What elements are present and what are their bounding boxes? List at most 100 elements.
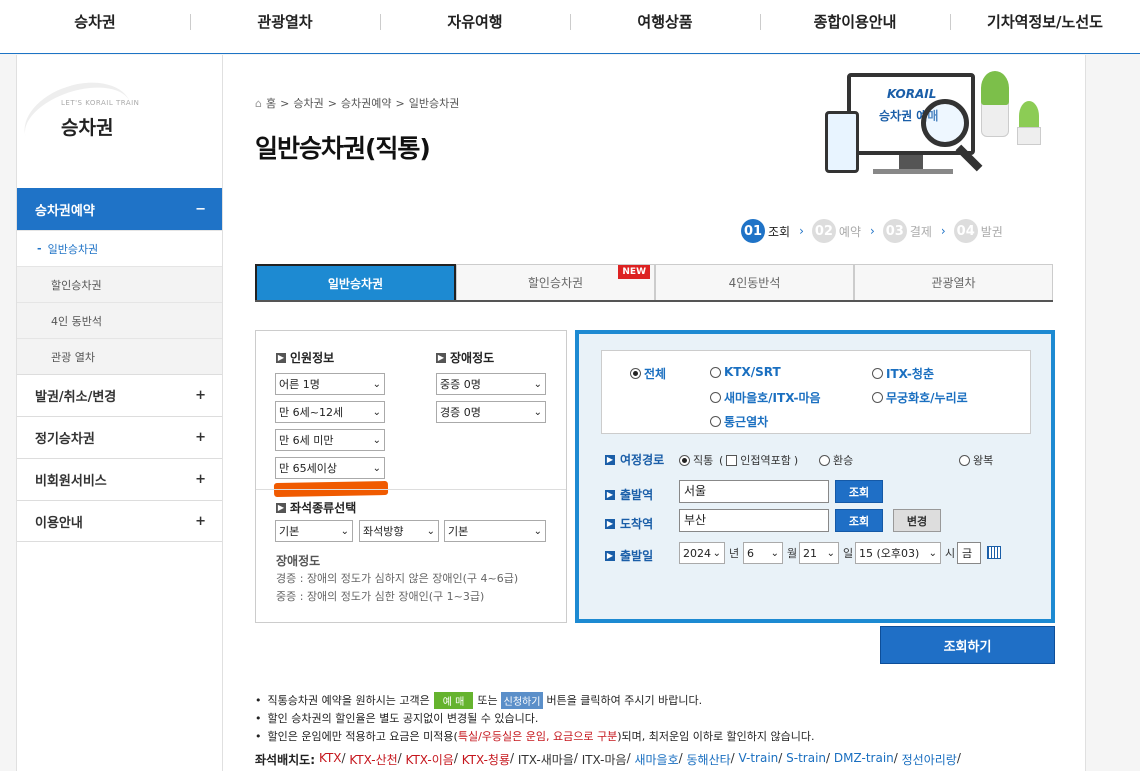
nav-ticket[interactable]: 승차권 bbox=[0, 0, 190, 54]
nav-tour-train[interactable]: 관광열차 bbox=[190, 0, 380, 54]
adult-select[interactable]: 어른 1명 ⌄ bbox=[275, 373, 385, 395]
tab-general[interactable]: 일반승차권 bbox=[255, 264, 456, 300]
tab-group4[interactable]: 4인동반석 bbox=[655, 264, 854, 300]
plus-icon: + bbox=[195, 388, 206, 403]
sidebar-item-season[interactable]: 정기승차권 + bbox=[17, 416, 222, 458]
nav-station-info[interactable]: 기차역정보/노선도 bbox=[950, 0, 1140, 54]
sidebar-title: 승차권 bbox=[61, 117, 114, 139]
train-all-radio[interactable]: 전체 bbox=[630, 365, 666, 382]
seatmap-link[interactable]: V-train bbox=[739, 751, 779, 768]
train-mugunghwa-radio[interactable]: 무궁화호/누리로 bbox=[872, 389, 968, 406]
breadcrumb-item[interactable]: 승차권 bbox=[293, 95, 323, 111]
sidebar-subitem-group4[interactable]: 4인 동반석 bbox=[17, 302, 222, 338]
month-select[interactable]: 6 ⌄ bbox=[743, 542, 783, 564]
seat-position-select[interactable]: 기본 ⌄ bbox=[444, 520, 546, 542]
sidebar-subitem-tour[interactable]: 관광 열차 bbox=[17, 338, 222, 374]
child-select[interactable]: 만 6세~12세 ⌄ bbox=[275, 401, 385, 423]
nav-usage-guide[interactable]: 종합이용안내 bbox=[760, 0, 950, 54]
seatmap-link[interactable]: 정선아리랑 bbox=[902, 751, 957, 768]
route-include-checkbox[interactable]: (인접역포함) bbox=[719, 452, 798, 468]
seat-type-select[interactable]: 기본 ⌄ bbox=[275, 520, 353, 542]
seatmap-link[interactable]: KTX bbox=[319, 751, 342, 768]
checkbox-icon bbox=[726, 454, 738, 466]
notice-item: 할인 승차권의 할인율은 별도 공지없이 변경될 수 있습니다. bbox=[255, 709, 1055, 727]
mild-select[interactable]: 경증 0명 ⌄ bbox=[436, 401, 546, 423]
new-badge: NEW bbox=[618, 265, 650, 279]
chevron-down-icon: ⌄ bbox=[533, 378, 542, 390]
seatmap-link[interactable]: ITX-새마을 bbox=[518, 751, 574, 768]
seatmap-link[interactable]: DMZ-train bbox=[834, 751, 894, 768]
seatmap-link[interactable]: ITX-마음 bbox=[582, 751, 627, 768]
sidebar-item-guide[interactable]: 이용안내 + bbox=[17, 500, 222, 542]
hour-unit: 시 bbox=[945, 547, 956, 560]
train-commuter-radio[interactable]: 통근열차 bbox=[710, 413, 768, 430]
main-content: ⌂ 홈 > 승차권 > 승차권예약 > 일반승차권 일반승차권(직통) KORAIL … bbox=[223, 55, 1087, 771]
radio-selected-icon bbox=[630, 368, 641, 379]
seatmap-label: 좌석배치도: bbox=[255, 753, 315, 767]
departure-label: ▶ 출발역 bbox=[605, 488, 654, 502]
arrival-input[interactable]: 부산 bbox=[679, 509, 829, 532]
sidebar-item-label: 비회원서비스 bbox=[35, 474, 107, 489]
breadcrumb-item[interactable]: 승차권예약 bbox=[341, 95, 392, 111]
chevron-down-icon: ⌄ bbox=[372, 434, 381, 446]
seat-direction-select[interactable]: 좌석방향 ⌄ bbox=[359, 520, 439, 542]
arrival-search-button[interactable]: 조회 bbox=[835, 509, 883, 532]
apply-tag-button[interactable]: 신청하기 bbox=[500, 691, 544, 709]
arrival-label: ▶ 도착역 bbox=[605, 517, 654, 531]
route-transfer-radio[interactable]: 환승 bbox=[819, 452, 853, 468]
chevron-down-icon: ⌄ bbox=[372, 462, 381, 474]
train-saemaeul-radio[interactable]: 새마을호/ITX-마음 bbox=[710, 389, 821, 406]
search-button[interactable]: 조회하기 bbox=[880, 626, 1055, 664]
day-select[interactable]: 21 ⌄ bbox=[799, 542, 839, 564]
seatmap-link[interactable]: KTX-이음 bbox=[406, 751, 454, 768]
train-ktx-radio[interactable]: KTX/SRT bbox=[710, 365, 781, 379]
seatmap-link[interactable]: 동해산타 bbox=[686, 751, 730, 768]
sidebar-item-label: 승차권예약 bbox=[35, 203, 95, 219]
senior-select[interactable]: 만 65세이상 ⌄ bbox=[275, 457, 385, 479]
seatmap-link[interactable]: KTX-산천 bbox=[349, 751, 397, 768]
arrow-box-icon: ▶ bbox=[605, 518, 615, 529]
home-icon[interactable]: ⌂ bbox=[255, 97, 262, 110]
reserve-tag-button[interactable]: 예 매 bbox=[433, 691, 474, 709]
passenger-section-title: ▶ 인원정보 bbox=[276, 351, 335, 365]
weekday-field: 금 bbox=[957, 542, 981, 564]
seatmap-link[interactable]: 새마을호 bbox=[634, 751, 678, 768]
departure-input[interactable]: 서울 bbox=[679, 480, 829, 503]
date-label: ▶ 출발일 bbox=[605, 549, 654, 563]
month-unit: 월 bbox=[787, 547, 798, 560]
departure-search-button[interactable]: 조회 bbox=[835, 480, 883, 503]
radio-icon bbox=[872, 392, 883, 403]
nav-travel-products[interactable]: 여행상품 bbox=[570, 0, 760, 54]
breadcrumb-item[interactable]: 홈 bbox=[266, 95, 276, 111]
seat-layout-links: 좌석배치도: KTX / KTX-산천 / KTX-이음 / KTX-청룡 / ITX-… bbox=[255, 751, 961, 768]
radio-icon bbox=[959, 454, 970, 466]
nav-free-travel[interactable]: 자유여행 bbox=[380, 0, 570, 54]
train-itx-radio[interactable]: ITX-청춘 bbox=[872, 365, 934, 382]
radio-icon bbox=[872, 368, 883, 379]
seatmap-link[interactable]: KTX-청룡 bbox=[462, 751, 510, 768]
tab-tour[interactable]: 관광열차 bbox=[854, 264, 1053, 300]
arrow-box-icon: ▶ bbox=[605, 489, 615, 500]
hour-select[interactable]: 15 (오후03) ⌄ bbox=[855, 542, 941, 564]
chevron-down-icon: ⌄ bbox=[426, 525, 435, 537]
sidebar-item-reservation[interactable]: 승차권예약 − bbox=[17, 188, 222, 230]
sidebar-subitem-general[interactable]: 일반승차권 bbox=[17, 230, 222, 266]
calendar-icon[interactable] bbox=[987, 546, 1001, 559]
sidebar-item-issue[interactable]: 발권/취소/변경 + bbox=[17, 374, 222, 416]
chevron-down-icon: ⌄ bbox=[928, 547, 937, 559]
seatmap-link[interactable]: S-train bbox=[786, 751, 826, 768]
sidebar-item-label: 이용안내 bbox=[35, 515, 83, 531]
sidebar-subitem-discount[interactable]: 할인승차권 bbox=[17, 266, 222, 302]
passenger-panel: ▶ 인원정보 ▶ 장애정도 어른 1명 ⌄ 만 6세~12세 ⌄ 만 6세 미만 ⌄ 만 … bbox=[255, 330, 567, 623]
sidebar-item-nonmember[interactable]: 비회원서비스 + bbox=[17, 458, 222, 500]
sidebar-item-label: 정기승차권 bbox=[35, 432, 95, 447]
severe-select[interactable]: 중증 0명 ⌄ bbox=[436, 373, 546, 395]
infant-select[interactable]: 만 6세 미만 ⌄ bbox=[275, 429, 385, 451]
route-round-radio[interactable]: 왕복 bbox=[959, 452, 993, 468]
step-reserve: 02 예약 › bbox=[811, 219, 875, 243]
year-select[interactable]: 2024 ⌄ bbox=[679, 542, 725, 564]
step-search: 01 조회 › bbox=[741, 219, 804, 243]
tab-discount[interactable]: 할인승차권 NEW bbox=[456, 264, 655, 300]
route-direct-radio[interactable]: 직통 bbox=[679, 452, 713, 468]
swap-station-button[interactable]: 변경 bbox=[893, 509, 941, 532]
